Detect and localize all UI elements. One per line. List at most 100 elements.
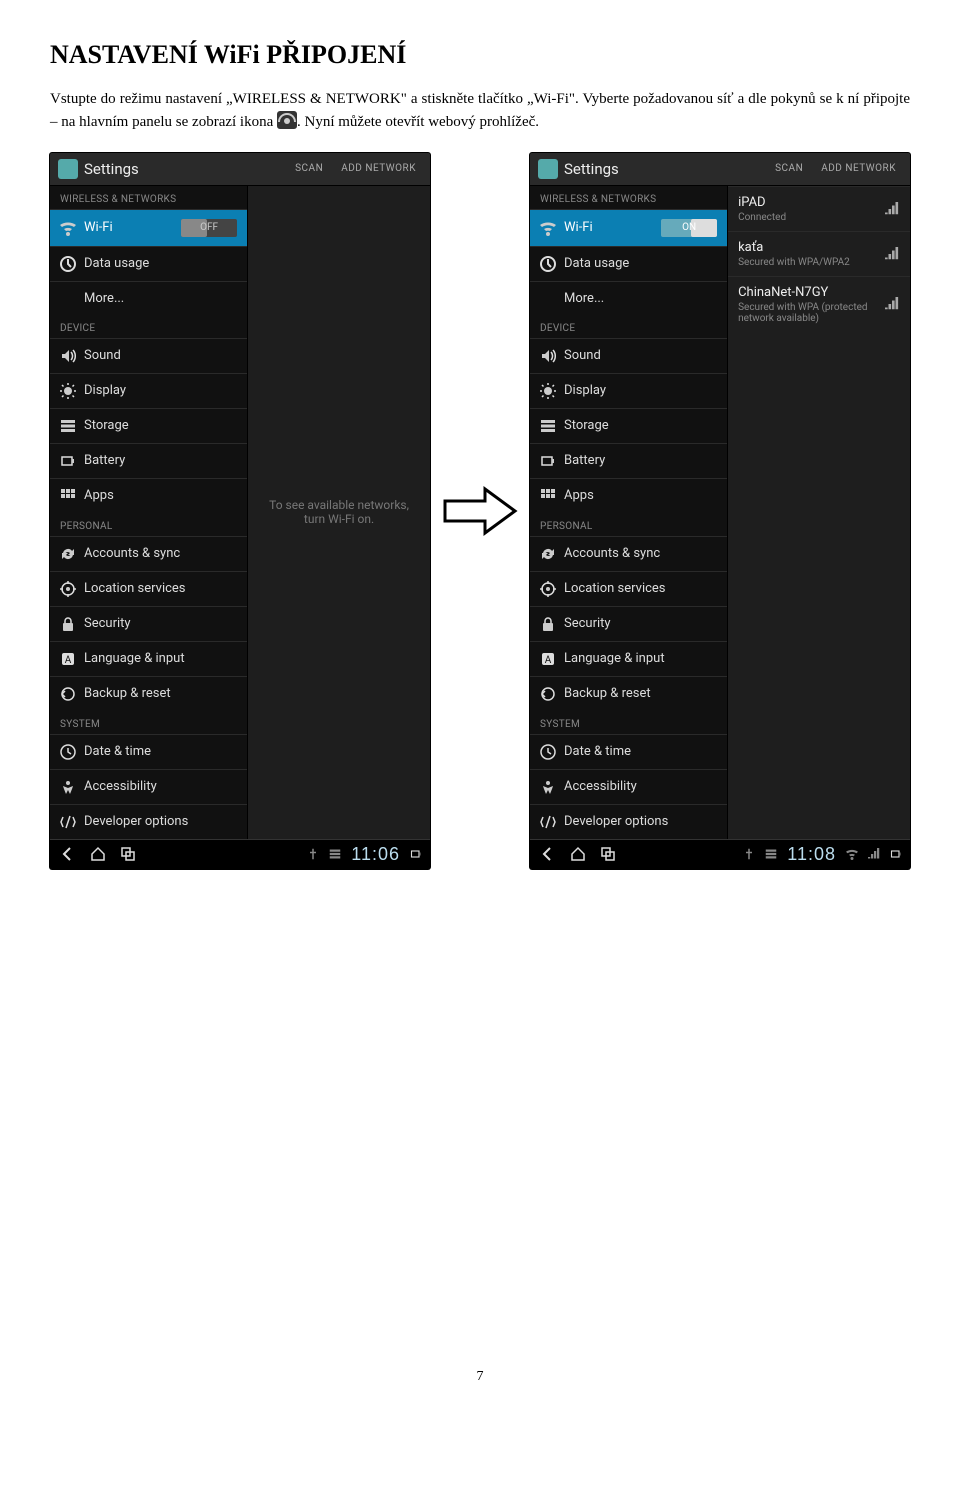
item-label: Battery <box>564 453 605 468</box>
item-security[interactable]: Security <box>530 606 727 641</box>
usb-status-icon <box>307 848 319 860</box>
item-sound[interactable]: Sound <box>50 338 247 373</box>
battery-status-icon <box>890 848 902 860</box>
network-sub: Secured with WPA (protected network avai… <box>738 302 876 324</box>
backup-icon <box>540 686 556 702</box>
wifi-icon <box>540 220 556 236</box>
item-location[interactable]: Location services <box>50 571 247 606</box>
item-storage[interactable]: Storage <box>530 408 727 443</box>
item-developer[interactable]: Developer options <box>530 804 727 839</box>
item-label: Security <box>564 616 611 631</box>
item-developer[interactable]: Developer options <box>50 804 247 839</box>
item-wifi[interactable]: Wi-Fi OFF <box>50 209 247 246</box>
item-apps[interactable]: Apps <box>530 478 727 513</box>
security-icon <box>60 616 76 632</box>
network-sub: Secured with WPA/WPA2 <box>738 257 876 268</box>
recent-button[interactable] <box>118 846 138 862</box>
settings-list: WIRELESS & NETWORKS Wi-Fi ON Data usage … <box>530 186 728 839</box>
item-label: Sound <box>564 348 601 363</box>
wifi-toggle-on[interactable]: ON <box>661 219 717 237</box>
location-icon <box>540 581 556 597</box>
add-network-button[interactable]: ADD NETWORK <box>335 159 422 178</box>
battery-status-icon <box>410 848 422 860</box>
language-icon <box>540 651 556 667</box>
item-accounts[interactable]: Accounts & sync <box>50 536 247 571</box>
item-label: Sound <box>84 348 121 363</box>
item-label: Storage <box>564 418 609 433</box>
navbar: 11:08 <box>530 839 910 869</box>
home-button[interactable] <box>88 846 108 862</box>
item-storage[interactable]: Storage <box>50 408 247 443</box>
storage-icon <box>60 418 76 434</box>
network-item[interactable]: iPAD Connected <box>728 186 910 231</box>
settings-list: WIRELESS & NETWORKS Wi-Fi OFF Data usage… <box>50 186 248 839</box>
item-label: Battery <box>84 453 125 468</box>
storage-icon <box>540 418 556 434</box>
item-accessibility[interactable]: Accessibility <box>530 769 727 804</box>
section-wireless: WIRELESS & NETWORKS <box>530 186 727 209</box>
item-language[interactable]: Language & input <box>50 641 247 676</box>
language-icon <box>60 651 76 667</box>
intro-text-2: . Nyní můžete otevřít webový prohlížeč. <box>297 114 539 130</box>
item-label: Backup & reset <box>564 686 651 701</box>
scan-button[interactable]: SCAN <box>769 159 809 178</box>
sync-icon <box>540 546 556 562</box>
item-label: Accessibility <box>564 779 637 794</box>
item-display[interactable]: Display <box>50 373 247 408</box>
toggle-label: OFF <box>200 222 218 233</box>
item-backup[interactable]: Backup & reset <box>50 676 247 711</box>
sound-icon <box>540 348 556 364</box>
sd-status-icon <box>329 848 341 860</box>
item-apps[interactable]: Apps <box>50 478 247 513</box>
scan-button[interactable]: SCAN <box>289 159 329 178</box>
network-item[interactable]: ChinaNet-N7GY Secured with WPA (protecte… <box>728 276 910 332</box>
section-device: DEVICE <box>530 315 727 338</box>
section-system: SYSTEM <box>530 711 727 734</box>
arrow-right <box>440 481 520 541</box>
item-more[interactable]: More... <box>50 281 247 315</box>
item-location[interactable]: Location services <box>530 571 727 606</box>
item-label: Display <box>564 383 606 398</box>
item-security[interactable]: Security <box>50 606 247 641</box>
network-item[interactable]: kaťa Secured with WPA/WPA2 <box>728 231 910 276</box>
item-battery[interactable]: Battery <box>530 443 727 478</box>
section-personal: PERSONAL <box>530 513 727 536</box>
item-label: More... <box>84 291 124 306</box>
toggle-label: ON <box>682 222 696 233</box>
section-wireless: WIRELESS & NETWORKS <box>50 186 247 209</box>
wifi-toggle-off[interactable]: OFF <box>181 219 237 237</box>
wifi-icon <box>60 220 76 236</box>
item-language[interactable]: Language & input <box>530 641 727 676</box>
item-accounts[interactable]: Accounts & sync <box>530 536 727 571</box>
network-name: ChinaNet-N7GY <box>738 285 876 300</box>
item-label: Display <box>84 383 126 398</box>
item-battery[interactable]: Battery <box>50 443 247 478</box>
page-number: 7 <box>50 1369 910 1385</box>
apps-icon <box>540 488 556 504</box>
item-accessibility[interactable]: Accessibility <box>50 769 247 804</box>
item-data-usage[interactable]: Data usage <box>530 246 727 281</box>
add-network-button[interactable]: ADD NETWORK <box>815 159 902 178</box>
battery-icon <box>60 453 76 469</box>
title-text: Settings <box>564 160 763 178</box>
item-date[interactable]: Date & time <box>530 734 727 769</box>
back-button[interactable] <box>58 846 78 862</box>
item-date[interactable]: Date & time <box>50 734 247 769</box>
item-display[interactable]: Display <box>530 373 727 408</box>
titlebar: Settings SCAN ADD NETWORK <box>530 153 910 186</box>
item-data-usage[interactable]: Data usage <box>50 246 247 281</box>
item-backup[interactable]: Backup & reset <box>530 676 727 711</box>
item-label: Backup & reset <box>84 686 171 701</box>
item-label: Developer options <box>84 814 188 829</box>
item-label: Location services <box>564 581 666 596</box>
item-sound[interactable]: Sound <box>530 338 727 373</box>
location-icon <box>60 581 76 597</box>
apps-icon <box>60 488 76 504</box>
item-label: Accounts & sync <box>564 546 660 561</box>
item-wifi[interactable]: Wi-Fi ON <box>530 209 727 246</box>
section-device: DEVICE <box>50 315 247 338</box>
recent-button[interactable] <box>598 846 618 862</box>
item-more[interactable]: More... <box>530 281 727 315</box>
home-button[interactable] <box>568 846 588 862</box>
back-button[interactable] <box>538 846 558 862</box>
